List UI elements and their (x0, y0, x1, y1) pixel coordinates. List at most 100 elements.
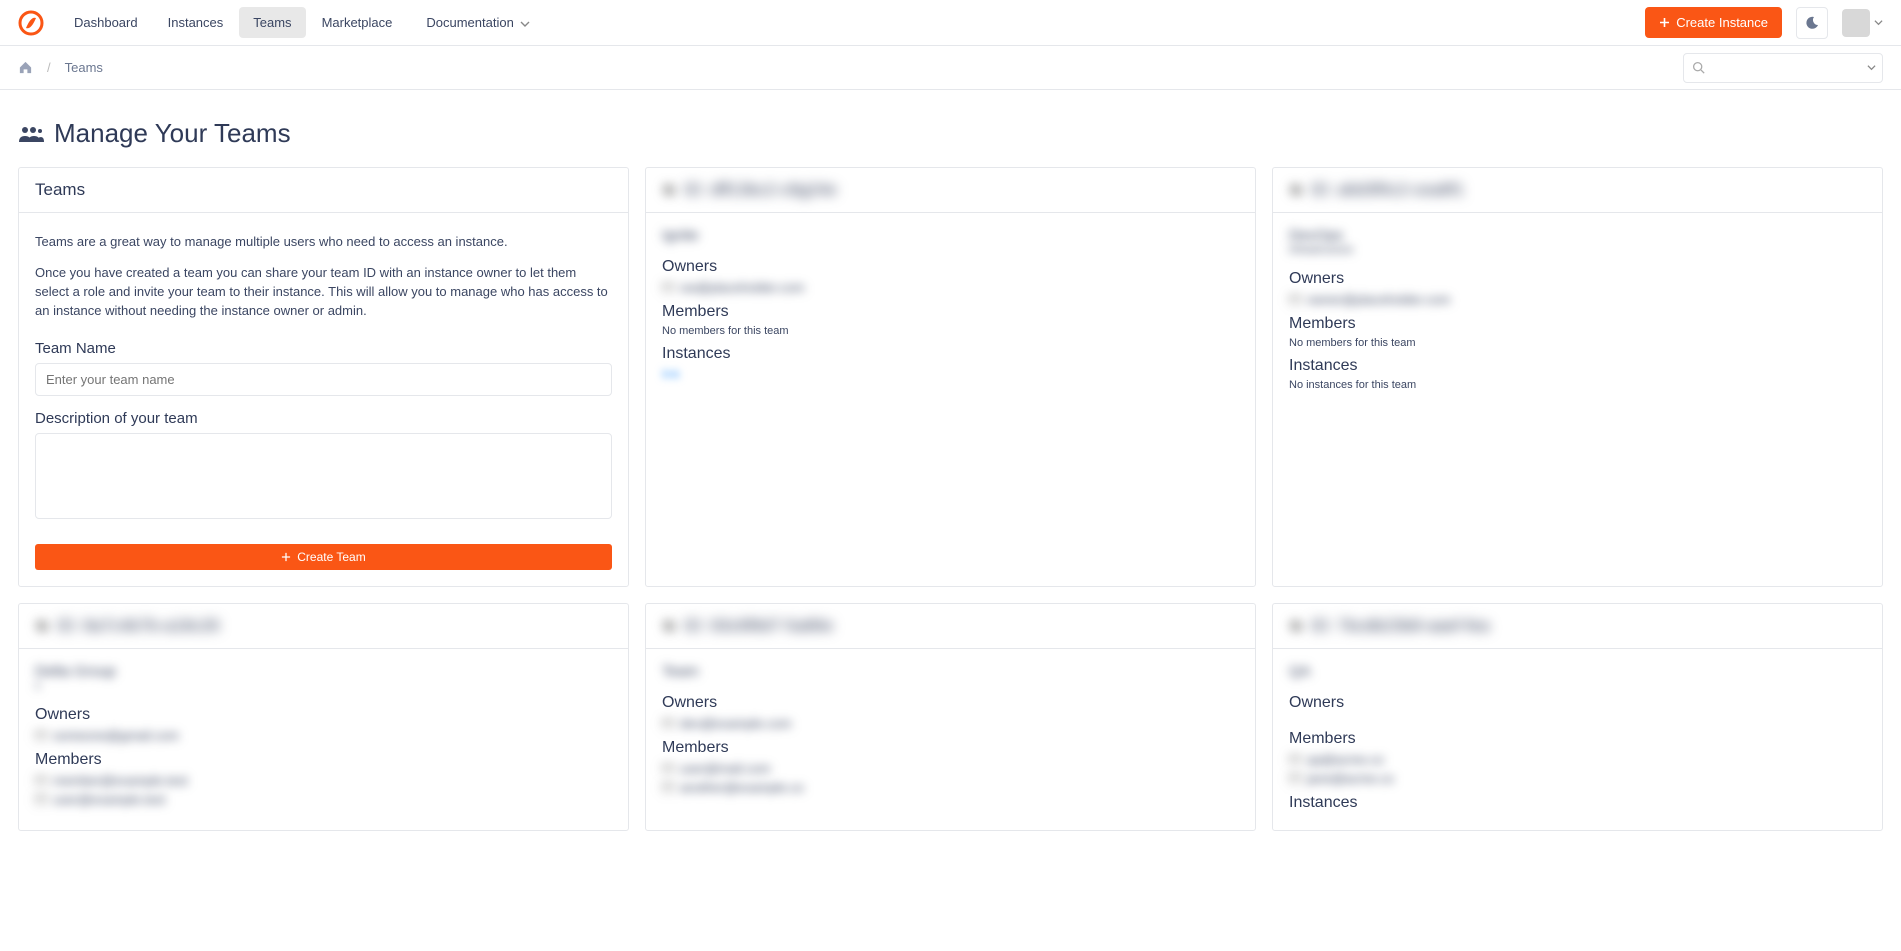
plus-icon (281, 552, 291, 562)
owner-row: owner@placeholder.com (1289, 292, 1866, 307)
team-card: ID: 8a7c4b7b-a18c26 Delta Group x Owners… (18, 603, 629, 831)
owner-row: dev@example.com (662, 716, 1239, 731)
no-members-note: No members for this team (662, 325, 1239, 337)
plus-icon (1659, 17, 1670, 28)
team-id: ID: 8a7c4b7b-a18c26 (57, 616, 220, 636)
mail-icon (662, 283, 674, 293)
nav-documentation[interactable]: Documentation (412, 7, 543, 38)
team-card: ID: 7bcdb23b8-aaef-fea QA Owners Members… (1272, 603, 1883, 831)
members-heading: Members (662, 739, 1239, 757)
member-email: another@example.co (680, 780, 804, 795)
owners-heading: Owners (1289, 694, 1866, 712)
no-instances-note: No instances for this team (1289, 379, 1866, 391)
member-row: jane@acme.co (1289, 771, 1866, 786)
team-card-header: ID: 93c6f8d7-5a86e (646, 604, 1255, 649)
members-heading: Members (1289, 730, 1866, 748)
owner-row: someone@gmail.com (35, 728, 612, 743)
mail-icon (1289, 295, 1301, 305)
search-dropdown-toggle[interactable] (1867, 63, 1876, 72)
search-icon (1692, 61, 1705, 74)
brand-logo[interactable] (18, 10, 44, 36)
nav-marketplace[interactable]: Marketplace (308, 7, 407, 38)
page-content: Manage Your Teams Teams Teams are a grea… (0, 90, 1901, 849)
mail-icon (35, 776, 47, 786)
copy-icon[interactable] (662, 183, 676, 197)
owners-heading: Owners (35, 706, 612, 724)
theme-toggle-button[interactable] (1796, 7, 1828, 39)
team-id: ID: 93c6f8d7-5a86e (684, 616, 833, 636)
instances-heading: Instances (662, 345, 1239, 363)
nav-links: Dashboard Instances Teams Marketplace (60, 7, 406, 38)
member-email: member@example.test (53, 773, 188, 788)
team-card: ID: a6d3f0c2-cea8f1 DevOps infrastructur… (1272, 167, 1883, 587)
mail-icon (35, 731, 47, 741)
team-name: DevOps (1289, 227, 1866, 244)
search-box[interactable] (1683, 53, 1883, 83)
instances-heading: Instances (1289, 794, 1866, 812)
team-name-input[interactable] (35, 363, 612, 396)
team-card: ID: 93c6f8d7-5a86e Team Owners dev@examp… (645, 603, 1256, 831)
owner-email: someone@gmail.com (53, 728, 179, 743)
logo-icon (18, 10, 44, 36)
team-desc-input[interactable] (35, 433, 612, 519)
owner-row: ow@placeholder.com (662, 280, 1239, 295)
instance-link[interactable]: link (662, 367, 1239, 381)
create-team-card: Teams Teams are a great way to manage mu… (18, 167, 629, 587)
team-card-header: ID: 8a7c4b7b-a18c26 (19, 604, 628, 649)
members-heading: Members (662, 303, 1239, 321)
team-name: Team (662, 663, 1239, 680)
mail-icon (1289, 774, 1301, 784)
members-heading: Members (1289, 315, 1866, 333)
owner-email: owner@placeholder.com (1307, 292, 1450, 307)
member-row: another@example.co (662, 780, 1239, 795)
home-icon[interactable] (18, 60, 33, 75)
page-title-text: Manage Your Teams (54, 118, 291, 149)
mail-icon (662, 719, 674, 729)
breadcrumb-bar: / Teams (0, 46, 1901, 90)
copy-icon[interactable] (662, 619, 676, 633)
top-nav: Dashboard Instances Teams Marketplace Do… (0, 0, 1901, 46)
team-card-header: ID: a6d3f0c2-cea8f1 (1273, 168, 1882, 213)
member-email: jane@acme.co (1307, 771, 1394, 786)
nav-instances[interactable]: Instances (154, 7, 238, 38)
team-name: Delta Group (35, 663, 612, 680)
create-team-header-label: Teams (35, 180, 85, 200)
nav-documentation-label: Documentation (426, 15, 513, 30)
copy-icon[interactable] (1289, 183, 1303, 197)
chevron-down-icon (520, 19, 530, 29)
member-email: user@example.test (53, 792, 165, 807)
team-name: QA (1289, 663, 1866, 680)
member-email: user@mail.com (680, 761, 771, 776)
team-id: ID: dff13bc2-c8g24e (684, 180, 837, 200)
team-name-label: Team Name (35, 340, 612, 357)
mail-icon (35, 795, 47, 805)
user-menu-button[interactable] (1842, 9, 1883, 37)
breadcrumb-current: Teams (65, 60, 103, 75)
team-icon (18, 124, 44, 144)
moon-icon (1804, 15, 1820, 31)
no-members-note: No members for this team (1289, 337, 1866, 349)
member-row: qa@acme.co (1289, 752, 1866, 767)
copy-icon[interactable] (35, 619, 49, 633)
instances-heading: Instances (1289, 357, 1866, 375)
member-row: member@example.test (35, 773, 612, 788)
team-id: ID: a6d3f0c2-cea8f1 (1311, 180, 1464, 200)
create-team-desc-1: Teams are a great way to manage multiple… (35, 233, 612, 252)
nav-teams[interactable]: Teams (239, 7, 305, 38)
team-name: Ignite (662, 227, 1239, 244)
mail-icon (1289, 755, 1301, 765)
members-heading: Members (35, 751, 612, 769)
owners-heading: Owners (1289, 270, 1866, 288)
team-id: ID: 7bcdb23b8-aaef-fea (1311, 616, 1490, 636)
team-card: ID: dff13bc2-c8g24e Ignite Owners ow@pla… (645, 167, 1256, 587)
search-input[interactable] (1714, 59, 1854, 76)
mail-icon (662, 764, 674, 774)
copy-icon[interactable] (1289, 619, 1303, 633)
team-desc-label: Description of your team (35, 410, 612, 427)
create-team-button-label: Create Team (297, 550, 365, 564)
create-team-button[interactable]: Create Team (35, 544, 612, 570)
nav-dashboard[interactable]: Dashboard (60, 7, 152, 38)
avatar (1842, 9, 1870, 37)
team-card-header: ID: dff13bc2-c8g24e (646, 168, 1255, 213)
create-instance-button[interactable]: Create Instance (1645, 7, 1782, 38)
